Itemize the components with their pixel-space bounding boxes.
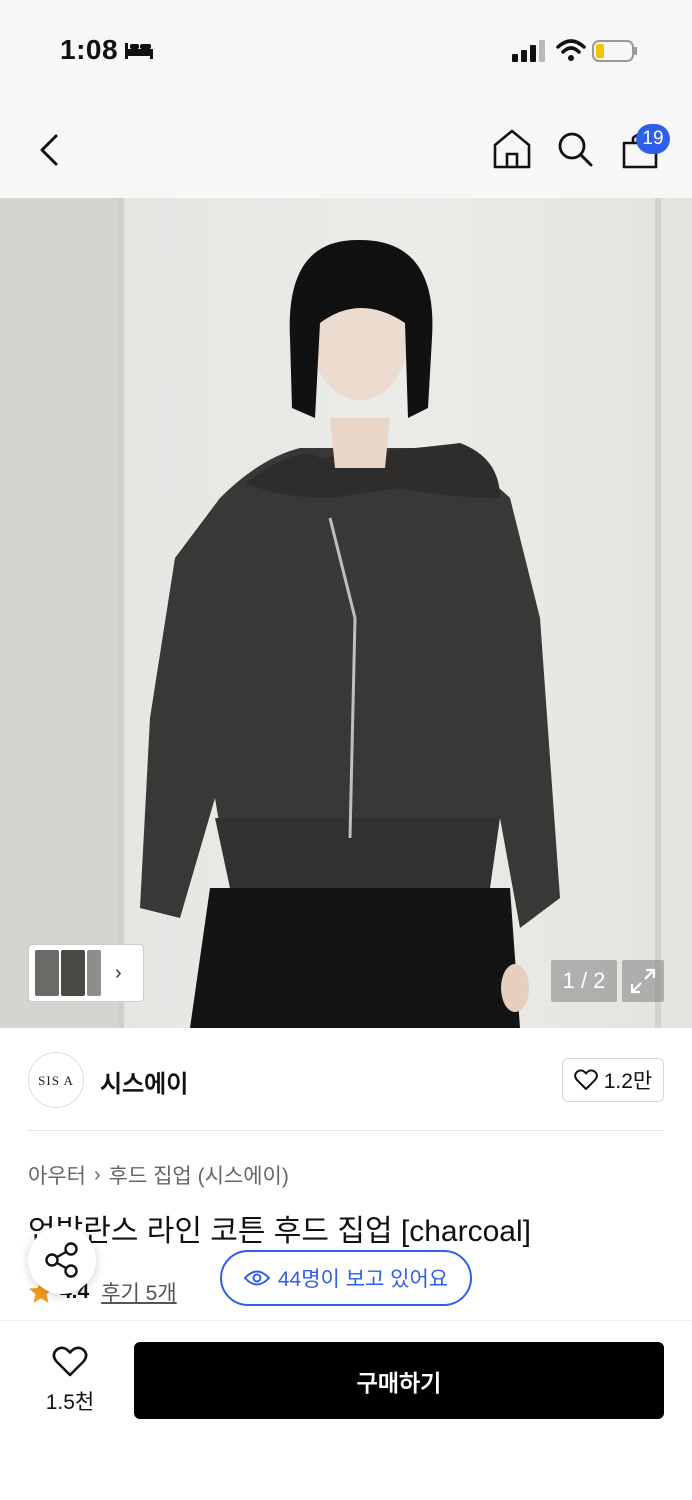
share-icon [45, 1242, 78, 1278]
eye-icon [243, 1270, 270, 1286]
cellular-signal-icon [512, 40, 545, 62]
chevron-right-icon: › [115, 961, 122, 984]
battery-low-icon [592, 40, 637, 62]
back-icon[interactable] [34, 130, 64, 170]
status-bar: 1:08 [0, 0, 692, 100]
expand-icon [630, 968, 656, 994]
share-button[interactable] [28, 1226, 96, 1294]
status-time: 1:08 [60, 34, 119, 65]
cart-count-badge: 19 [636, 124, 670, 154]
live-viewers-text: 44명이 보고 있어요 [277, 1268, 449, 1291]
top-navigation-bar: 19 [0, 100, 692, 198]
thumbnail-2[interactable] [61, 950, 85, 996]
thumbnail-3[interactable] [87, 950, 101, 996]
brand-like-button[interactable]: 1.2만 [562, 1058, 664, 1102]
breadcrumb-item-outer[interactable]: 아우터 [28, 1160, 86, 1190]
wishlist-button[interactable]: 1.5천 [30, 1344, 110, 1420]
chevron-right-icon: › [93, 1163, 101, 1186]
product-photo-illustration [0, 198, 661, 1028]
sleep-bed-icon [125, 43, 153, 59]
home-icon[interactable] [492, 128, 532, 170]
thumbnail-1[interactable] [35, 950, 59, 996]
product-image[interactable] [0, 198, 692, 1028]
heart-outline-icon [52, 1346, 88, 1377]
category-breadcrumb: 아우터 › 후드 집업 (시스에이) [28, 1160, 289, 1190]
product-title: 언발란스 라인 코튼 후드 집업 [charcoal] [28, 1215, 531, 1248]
reviews-link[interactable]: 후기 5개 [101, 1277, 176, 1307]
image-page-indicator: 1 / 2 [551, 960, 617, 1002]
expand-image-button[interactable] [622, 960, 664, 1002]
image-thumbnail-strip[interactable]: › [28, 944, 144, 1002]
brand-like-count: 1.2만 [603, 1070, 653, 1093]
divider [28, 1130, 664, 1131]
search-icon[interactable] [556, 130, 594, 168]
breadcrumb-item-hood-zipup[interactable]: 후드 집업 (시스에이) [109, 1160, 289, 1190]
buy-button[interactable]: 구매하기 [134, 1342, 664, 1419]
wishlist-count: 1.5천 [45, 1391, 95, 1414]
wifi-icon [556, 39, 586, 61]
brand-logo[interactable]: SIS A [28, 1052, 84, 1108]
live-viewers-badge: 44명이 보고 있어요 [220, 1250, 472, 1306]
brand-name[interactable]: 시스에이 [100, 1064, 188, 1099]
heart-outline-icon [573, 1069, 598, 1090]
